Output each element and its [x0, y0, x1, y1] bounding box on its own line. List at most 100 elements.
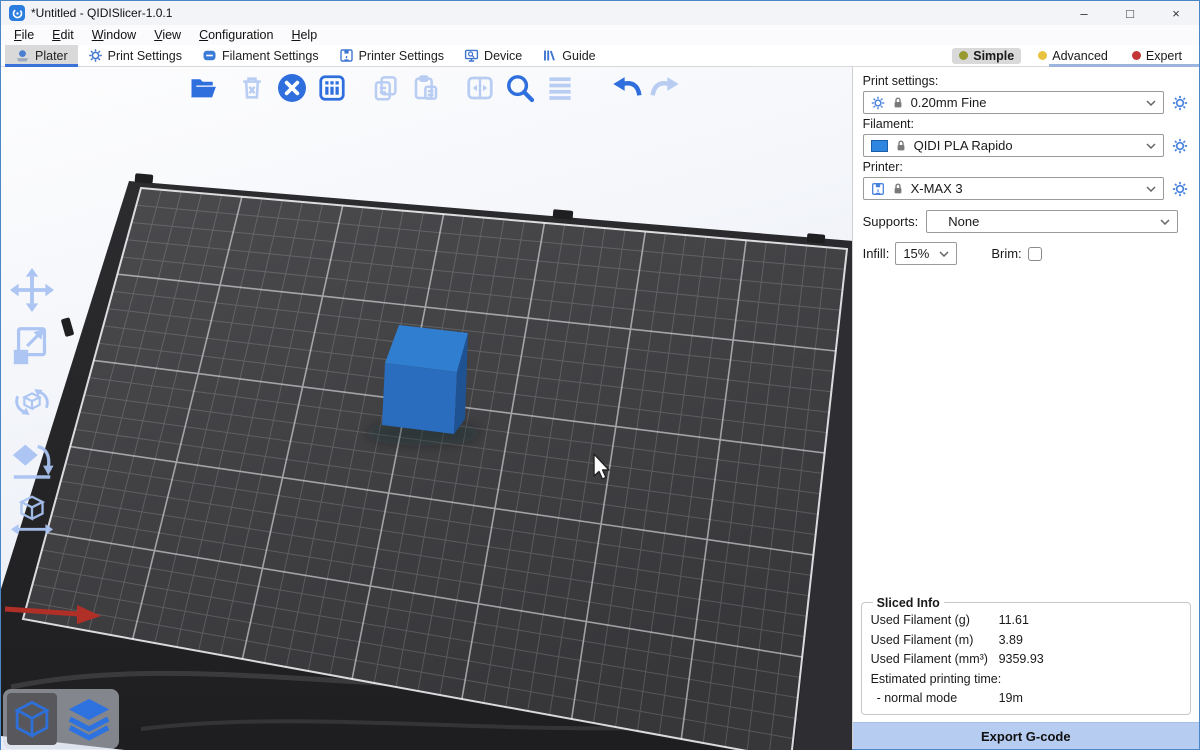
- export-gcode-button[interactable]: Export G-code: [853, 722, 1199, 749]
- open-button[interactable]: [187, 71, 221, 105]
- plater-icon: [15, 48, 30, 63]
- window-title: *Untitled - QIDISlicer-1.0.1: [31, 6, 172, 20]
- monitor-icon: [464, 48, 479, 63]
- menu-window[interactable]: Window: [83, 27, 145, 43]
- undo-button[interactable]: [609, 71, 643, 105]
- paste-button[interactable]: [409, 71, 443, 105]
- menu-file[interactable]: File: [5, 27, 43, 43]
- supports-label: Supports:: [863, 214, 919, 229]
- print-settings-label: Print settings:: [863, 74, 1189, 88]
- mode-expert[interactable]: Expert: [1125, 48, 1189, 64]
- move-tool[interactable]: [9, 267, 55, 313]
- chevron-down-icon: [1146, 143, 1156, 149]
- search-button[interactable]: [503, 71, 537, 105]
- mode-simple[interactable]: Simple: [952, 48, 1021, 64]
- minimize-button[interactable]: –: [1061, 1, 1107, 25]
- menu-help[interactable]: Help: [282, 27, 326, 43]
- mode-underline: [1049, 64, 1199, 67]
- filament-gear-button[interactable]: [1171, 137, 1189, 155]
- sliced-info-row: - normal mode 19m: [871, 689, 1181, 709]
- expert-dot-icon: [1132, 51, 1141, 60]
- print-settings-combo[interactable]: 0.20mm Fine: [863, 91, 1164, 114]
- sidebar-spacer: [853, 265, 1199, 596]
- scale-tool[interactable]: [9, 323, 55, 369]
- model-cube[interactable]: [382, 325, 468, 434]
- brim-checkbox[interactable]: [1028, 247, 1042, 261]
- gizmo-toolbar: [9, 267, 55, 537]
- printer-icon: [871, 182, 885, 196]
- print-settings-value: 0.20mm Fine: [911, 95, 987, 110]
- lock-icon: [895, 139, 907, 152]
- title-bar: *Untitled - QIDISlicer-1.0.1 – □ ×: [1, 1, 1199, 25]
- printer-bed: [1, 173, 852, 750]
- tab-bar: Plater Print Settings Filament Settings …: [1, 45, 1199, 67]
- mode-selector: Simple Advanced Expert: [952, 45, 1195, 66]
- supports-combo[interactable]: None: [926, 210, 1178, 233]
- settings-sidebar: Print settings: 0.20mm Fine Filament:: [852, 67, 1199, 749]
- sliced-info-panel: Sliced Info Used Filament (g) 11.61 Used…: [861, 596, 1191, 716]
- menu-bar: File Edit Window View Configuration Help: [1, 25, 1199, 45]
- books-icon: [542, 48, 557, 63]
- maximize-button[interactable]: □: [1107, 1, 1153, 25]
- close-button[interactable]: ×: [1153, 1, 1199, 25]
- infill-combo[interactable]: 15%: [895, 242, 957, 265]
- advanced-dot-icon: [1038, 51, 1047, 60]
- filament-value: QIDI PLA Rapido: [914, 138, 1013, 153]
- chevron-down-icon: [1146, 100, 1156, 106]
- copy-button[interactable]: [369, 71, 403, 105]
- app-window: *Untitled - QIDISlicer-1.0.1 – □ × File …: [0, 0, 1200, 750]
- printer-value: X-MAX 3: [911, 181, 963, 196]
- printer-combo[interactable]: X-MAX 3: [863, 177, 1164, 200]
- menu-view[interactable]: View: [145, 27, 190, 43]
- mode-advanced[interactable]: Advanced: [1031, 48, 1115, 64]
- brim-label: Brim:: [991, 246, 1021, 261]
- menu-edit[interactable]: Edit: [43, 27, 83, 43]
- redo-button[interactable]: [649, 71, 683, 105]
- printer-gear-button[interactable]: [1171, 180, 1189, 198]
- 3d-editor-icon: [11, 697, 53, 741]
- place-on-face-tool[interactable]: [9, 435, 55, 481]
- tab-printer-settings[interactable]: Printer Settings: [329, 45, 454, 66]
- filament-combo[interactable]: QIDI PLA Rapido: [863, 134, 1164, 157]
- tab-print-settings[interactable]: Print Settings: [78, 45, 192, 66]
- arrange-button[interactable]: [315, 71, 349, 105]
- view-mode-switcher: [3, 689, 119, 749]
- filament-color-swatch: [871, 140, 888, 152]
- gear-icon: [88, 48, 103, 63]
- preview-layers-icon: [66, 695, 112, 743]
- variable-layer-height-button[interactable]: [543, 71, 577, 105]
- preview-view-button[interactable]: [64, 693, 114, 745]
- printer-icon: [339, 48, 354, 63]
- plater-toolbar: [187, 69, 689, 107]
- menu-configuration[interactable]: Configuration: [190, 27, 282, 43]
- 3d-viewport[interactable]: [1, 67, 852, 750]
- infill-value: 15%: [903, 246, 929, 261]
- filament-icon: [202, 48, 217, 63]
- rotate-tool[interactable]: [9, 379, 55, 425]
- printer-label: Printer:: [863, 160, 1189, 174]
- measure-tool[interactable]: [9, 491, 55, 537]
- print-settings-gear-button[interactable]: [1171, 94, 1189, 112]
- delete-button[interactable]: [235, 71, 269, 105]
- supports-value: None: [934, 214, 979, 229]
- filament-label: Filament:: [863, 117, 1189, 131]
- tab-filament-settings[interactable]: Filament Settings: [192, 45, 329, 66]
- tab-device[interactable]: Device: [454, 45, 532, 66]
- sliced-info-row: Used Filament (g) 11.61: [871, 611, 1181, 631]
- split-button[interactable]: [463, 71, 497, 105]
- tab-plater[interactable]: Plater: [5, 45, 78, 66]
- delete-all-button[interactable]: [275, 71, 309, 105]
- sliced-info-row: Used Filament (m) 3.89: [871, 630, 1181, 650]
- gear-icon: [871, 96, 885, 110]
- tab-guide[interactable]: Guide: [532, 45, 605, 66]
- scene-canvas[interactable]: [1, 67, 852, 750]
- chevron-down-icon: [939, 251, 949, 257]
- simple-dot-icon: [959, 51, 968, 60]
- sliced-info-time-header: Estimated printing time:: [871, 669, 1181, 689]
- sliced-info-row: Used Filament (mm³) 9359.93: [871, 650, 1181, 670]
- editor-view-button[interactable]: [7, 693, 57, 745]
- infill-label: Infill:: [863, 246, 890, 261]
- app-logo-icon: [9, 5, 25, 21]
- chevron-down-icon: [1146, 186, 1156, 192]
- lock-icon: [892, 182, 904, 195]
